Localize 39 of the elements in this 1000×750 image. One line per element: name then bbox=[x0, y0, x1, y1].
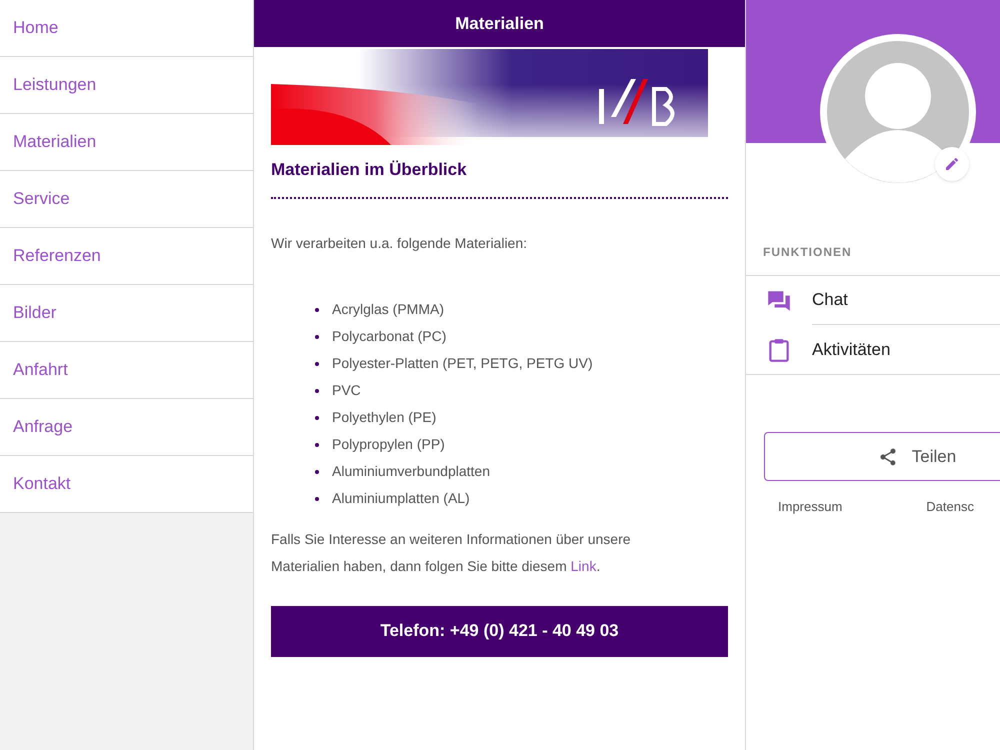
nav-item[interactable]: Referenzen bbox=[0, 228, 253, 285]
list-item: Polyethylen (PE) bbox=[332, 408, 436, 427]
footer-link[interactable]: Datensc bbox=[926, 497, 974, 516]
info-paragraph: Falls Sie Interesse an weiteren Informationen über unsere Materialien haben, dann folgen Sie bitte diesem Link. bbox=[271, 530, 632, 576]
bullet-icon bbox=[315, 388, 319, 392]
nav-item[interactable]: Materialien bbox=[0, 114, 253, 171]
nav-item[interactable]: Service bbox=[0, 171, 253, 228]
footer-link[interactable]: Impressum bbox=[778, 497, 842, 516]
nav-item[interactable]: Kontakt bbox=[0, 456, 253, 513]
bullet-icon bbox=[315, 496, 319, 500]
section-label: FUNKTIONEN bbox=[762, 244, 853, 261]
list-item: Aluminiumverbundplatten bbox=[332, 462, 490, 481]
intro-text: Wir verarbeiten u.a. folgende Materialien: bbox=[271, 234, 528, 253]
function-item[interactable]: Chat bbox=[746, 276, 1000, 325]
share-icon bbox=[878, 446, 898, 466]
nav-item[interactable]: Home bbox=[0, 0, 253, 57]
bullet-icon bbox=[315, 362, 319, 366]
nav-item[interactable]: Bilder bbox=[0, 285, 253, 342]
list-item: Polypropylen (PP) bbox=[332, 435, 445, 454]
bullet-icon bbox=[315, 470, 319, 474]
list-item: Acrylglas (PMMA) bbox=[332, 300, 444, 319]
link[interactable]: Link bbox=[570, 558, 596, 574]
pencil-icon bbox=[944, 156, 960, 172]
bullet-icon bbox=[315, 308, 319, 312]
bullet-icon bbox=[315, 334, 319, 338]
nav-item[interactable]: Leistungen bbox=[0, 57, 253, 114]
phone-button[interactable]: Telefon: +49 (0) 421 - 40 49 03 bbox=[271, 606, 728, 656]
list-item: Polyester-Platten (PET, PETG, PETG UV) bbox=[332, 354, 593, 373]
nav-item[interactable]: Anfrage bbox=[0, 399, 253, 456]
bullet-icon bbox=[315, 416, 319, 420]
list-item: Aluminiumplatten (AL) bbox=[332, 489, 470, 508]
function-item[interactable]: Aktivitäten bbox=[746, 325, 1000, 374]
bullet-icon bbox=[315, 442, 319, 446]
page-title: Materialien bbox=[455, 12, 544, 35]
share-button[interactable]: Teilen bbox=[764, 432, 1000, 481]
list-item: PVC bbox=[332, 381, 361, 400]
nav-item[interactable]: Anfahrt bbox=[0, 342, 253, 399]
list-item: Polycarbonat (PC) bbox=[332, 327, 446, 346]
section-heading: Materialien im Überblick bbox=[271, 159, 468, 181]
